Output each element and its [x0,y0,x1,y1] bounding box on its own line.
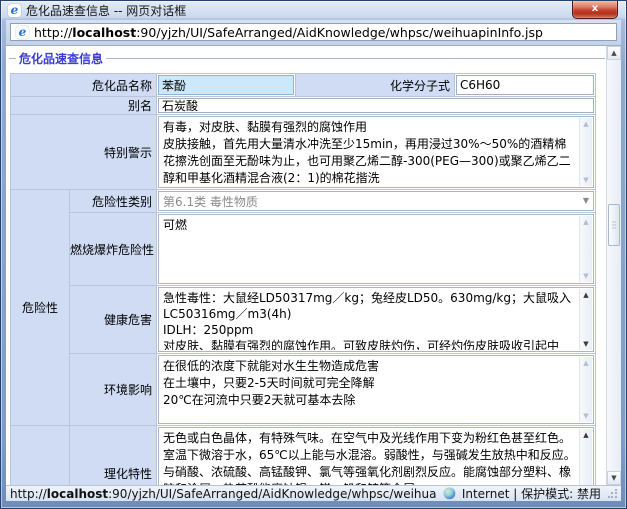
scroll-down-icon[interactable]: ▼ [583,272,588,280]
name-label: 危化品名称 [11,74,156,96]
name-cell [157,74,295,96]
url-prefix: http:// [34,25,72,40]
scroll-up-icon[interactable]: ▲ [583,291,588,299]
health-scrollbar[interactable]: ▲ ▼ [579,289,592,350]
scroll-down-glyph: ▼ [611,474,616,482]
formula-label: 化学分子式 [296,74,454,96]
status-bar: http://localhost:90/yjzh/UI/SafeArranged… [6,485,621,501]
scroll-up-icon[interactable]: ▲ [583,120,588,128]
hazard-group-label: 危险性 [11,190,69,425]
fire-text: 可燃 [163,217,576,282]
form-page: 危化品速查信息 危化品名称 化学分子式 别名 特别警示 [6,46,606,485]
url-text: http://localhost:90/yjzh/UI/SafeArranged… [34,25,543,40]
scrollbar-thumb[interactable] [608,204,620,246]
health-textarea[interactable]: 急性毒性：大鼠经LD50317mg／kg；兔经皮LD50。630mg/kg；大鼠… [158,287,594,352]
info-table: 危化品名称 化学分子式 别名 特别警示 有毒，对皮肤、黏膜有强烈的腐蚀作用 皮 [10,73,596,485]
environment-textarea[interactable]: 在很低的浓度下就能对水生生物造成危害 在土壤中，只要2-5天时间就可完全降解 2… [158,355,594,424]
dialog-window: e 危化品速查信息 -- 网页对话框 x e http://localhost:… [0,0,627,509]
scroll-up-icon[interactable]: ▲ [583,359,588,367]
scroll-down-icon[interactable]: ▼ [607,471,621,485]
status-url-prefix: http:// [10,487,47,501]
ie-browser-icon: e [8,4,21,17]
physical-spacer-cell [11,426,69,485]
hazard-class-value: 第6.1类 毒性物质 [163,193,258,210]
globe-icon [444,488,455,499]
chevron-down-icon: ▼ [583,196,589,205]
formula-input[interactable] [456,75,594,95]
status-url-host: localhost [47,487,108,501]
fire-cell: 可燃 ▲ ▼ [157,213,595,285]
hazard-class-select[interactable]: 第6.1类 毒性物质 ▼ [158,191,594,211]
warning-text: 有毒，对皮肤、黏膜有强烈的腐蚀作用 皮肤接触，首先用大量清水冲洗至少15min，… [163,119,576,186]
scroll-down-icon[interactable]: ▼ [583,412,588,420]
environment-cell: 在很低的浓度下就能对水生生物造成危害 在土壤中，只要2-5天时间就可完全降解 2… [157,354,595,425]
hazard-class-cell: 第6.1类 毒性物质 ▼ [157,190,595,212]
section-legend-text: 危化品速查信息 [19,50,103,67]
status-url-path: :90/yjzh/UI/SafeArranged/AidKnowledge/wh… [108,487,437,501]
fire-label: 燃烧爆炸危险性 [70,213,156,285]
scroll-up-icon[interactable]: ▲ [583,431,588,439]
environment-label: 环境影响 [70,354,156,425]
health-text: 急性毒性：大鼠经LD50317mg／kg；兔经皮LD50。630mg/kg；大鼠… [163,290,576,350]
ie-page-icon: e [16,26,29,39]
scroll-up-icon[interactable]: ▲ [583,218,588,226]
health-label: 健康危害 [70,286,156,353]
status-url: http://localhost:90/yjzh/UI/SafeArranged… [10,487,437,501]
health-cell: 急性毒性：大鼠经LD50317mg／kg；兔经皮LD50。630mg/kg；大鼠… [157,286,595,353]
security-zone-text: Internet | 保护模式: 禁用 [462,485,601,502]
hazard-class-label: 危险性类别 [70,190,156,212]
window-scrollbar[interactable]: ▲ ▼ [606,46,621,485]
physical-scrollbar[interactable]: ▲ ▼ [579,429,592,485]
warning-cell: 有毒，对皮肤、黏膜有强烈的腐蚀作用 皮肤接触，首先用大量清水冲洗至少15min，… [157,115,595,189]
physical-text: 无色或白色晶体，有特殊气味。在空气中及光线作用下变为粉红色甚至红色。室温下微溶于… [163,430,576,485]
alias-cell [157,97,595,114]
environment-scrollbar[interactable]: ▲ ▼ [579,357,592,422]
window-title: 危化品速查信息 -- 网页对话框 [26,2,186,19]
scroll-up-glyph: ▲ [611,49,616,57]
scroll-down-icon[interactable]: ▼ [583,176,588,184]
physical-textarea[interactable]: 无色或白色晶体，有特殊气味。在空气中及光线作用下变为粉红色甚至红色。室温下微溶于… [158,427,594,485]
warning-label: 特别警示 [11,115,156,189]
url-host: localhost [72,25,136,40]
address-bar: e http://localhost:90/yjzh/UI/SafeArrang… [6,20,621,46]
resize-grip-icon[interactable] [608,489,617,498]
scroll-up-icon[interactable]: ▲ [607,46,621,60]
physical-label: 理化特性 [70,426,156,485]
close-button[interactable]: x [572,1,618,19]
dialog-content: 危化品速查信息 危化品名称 化学分子式 别名 特别警示 [6,46,621,485]
url-path: :90/yjzh/UI/SafeArranged/AidKnowledge/wh… [136,25,543,40]
close-icon: x [592,3,598,14]
title-bar: e 危化品速查信息 -- 网页对话框 [1,1,626,20]
physical-cell: 无色或白色晶体，有特殊气味。在空气中及光线作用下变为粉红色甚至红色。室温下微溶于… [157,426,595,485]
url-box[interactable]: e http://localhost:90/yjzh/UI/SafeArrang… [10,23,617,41]
alias-label: 别名 [11,97,156,114]
warning-textarea[interactable]: 有毒，对皮肤、黏膜有强烈的腐蚀作用 皮肤接触，首先用大量清水冲洗至少15min，… [158,116,594,188]
name-input[interactable] [158,75,294,95]
alias-input[interactable] [158,98,594,113]
warning-scrollbar[interactable]: ▲ ▼ [579,118,592,186]
formula-cell [455,74,595,96]
scroll-down-icon[interactable]: ▼ [583,340,588,348]
fire-textarea[interactable]: 可燃 ▲ ▼ [158,214,594,284]
fire-scrollbar[interactable]: ▲ ▼ [579,216,592,282]
environment-text: 在很低的浓度下就能对水生生物造成危害 在土壤中，只要2-5天时间就可完全降解 2… [163,358,576,422]
section-legend: 危化品速查信息 [9,50,605,67]
scrollbar-grip-icon [612,222,616,229]
